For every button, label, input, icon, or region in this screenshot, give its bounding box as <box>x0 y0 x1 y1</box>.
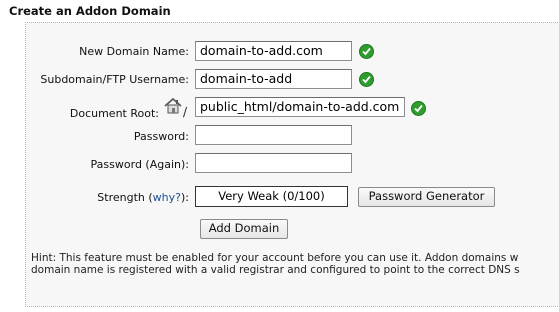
strength-label: Strength (why?): <box>97 191 189 204</box>
password-again-label: Password (Again): <box>90 158 189 171</box>
why-link[interactable]: why? <box>153 191 181 204</box>
document-root-valid-check-icon <box>411 101 426 116</box>
document-root-prefix: / <box>183 105 188 119</box>
addon-domain-form: New Domain Name: domain-to-add.com Subdo… <box>25 22 559 307</box>
hint-line-1: Hint: This feature must be enabled for y… <box>31 252 519 264</box>
new-domain-label: New Domain Name: <box>79 45 189 58</box>
password-input[interactable] <box>195 125 352 145</box>
password-generator-button[interactable]: Password Generator <box>358 187 495 207</box>
subdomain-input[interactable]: domain-to-add <box>195 69 352 89</box>
subdomain-valid-check-icon <box>359 72 374 87</box>
add-domain-button[interactable]: Add Domain <box>200 219 288 239</box>
home-icon <box>164 97 182 114</box>
hint-line-2: domain name is registered with a valid r… <box>31 264 520 276</box>
password-strength-meter: Very Weak (0/100) <box>195 186 348 207</box>
document-root-input[interactable]: public_html/domain-to-add.com <box>195 97 405 117</box>
subdomain-label: Subdomain/FTP Username: <box>40 73 189 86</box>
document-root-label: Document Root: <box>69 107 159 120</box>
password-label: Password: <box>133 130 189 143</box>
new-domain-input[interactable]: domain-to-add.com <box>195 41 352 61</box>
new-domain-valid-check-icon <box>359 44 374 59</box>
page-title: Create an Addon Domain <box>9 4 171 18</box>
hint-text: Hint: This feature must be enabled for y… <box>31 252 559 276</box>
password-again-input[interactable] <box>195 153 352 173</box>
